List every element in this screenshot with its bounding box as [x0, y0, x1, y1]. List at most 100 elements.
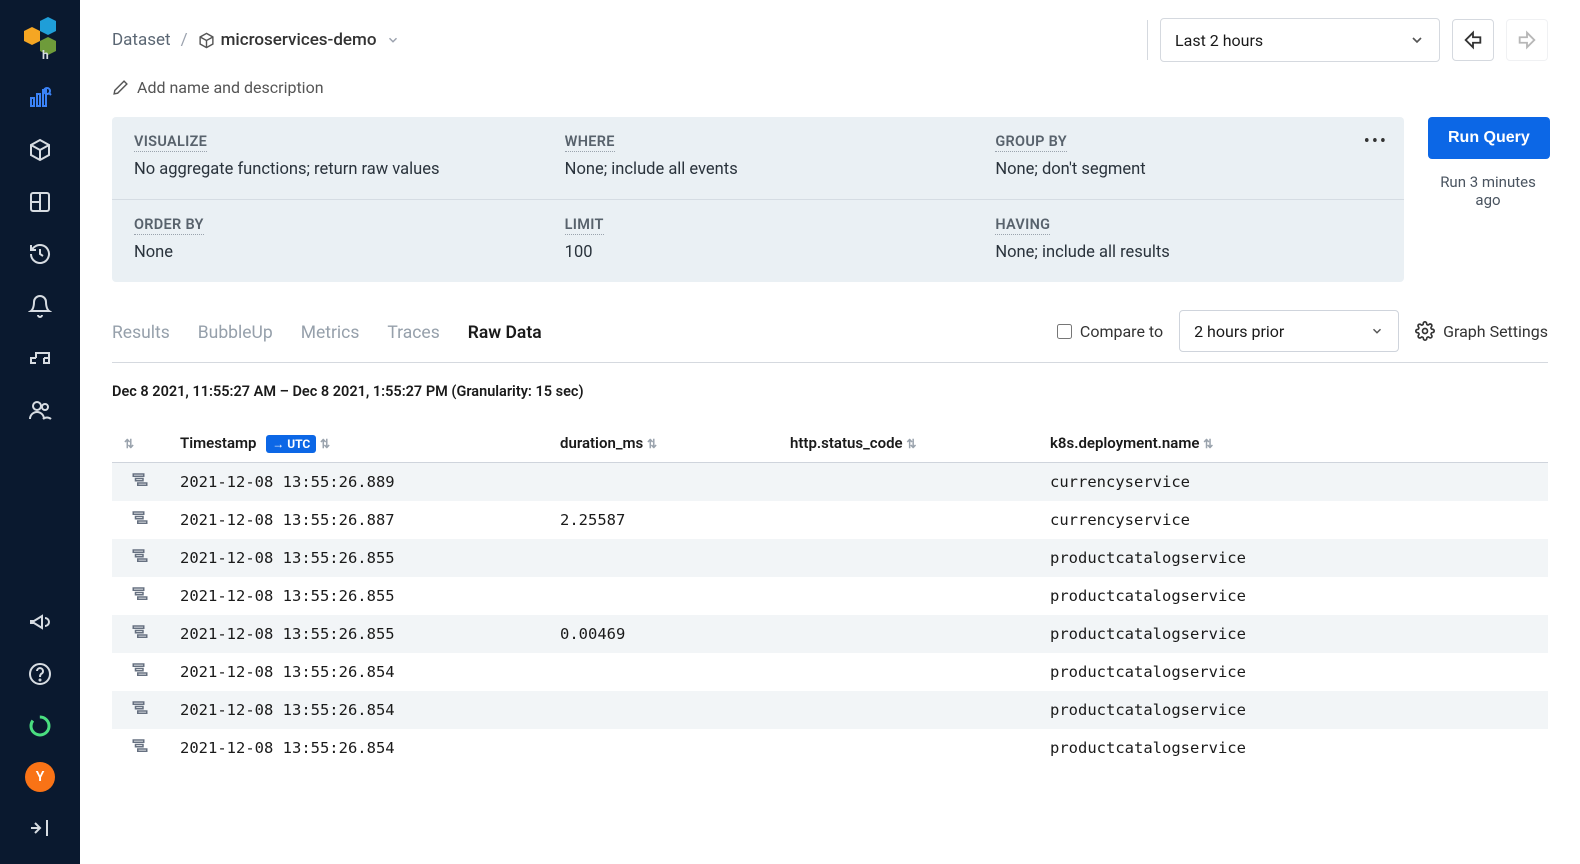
compare-label: Compare to: [1080, 322, 1163, 341]
query-builder: ••• VISUALIZE No aggregate functions; re…: [112, 117, 1404, 282]
cell-duration: [548, 729, 778, 767]
where-cell[interactable]: WHERE None; include all events: [543, 117, 974, 199]
cell-status: [778, 729, 1038, 767]
limit-cell[interactable]: LIMIT 100: [543, 200, 974, 282]
cell-deployment: currencyservice: [1038, 501, 1548, 539]
logo[interactable]: h: [15, 12, 65, 62]
trace-icon[interactable]: [112, 653, 168, 691]
cell-duration: [548, 539, 778, 577]
tab-rawdata[interactable]: Raw Data: [468, 315, 542, 357]
chevron-down-icon[interactable]: [386, 33, 400, 47]
where-value: None; include all events: [565, 160, 952, 179]
trace-icon[interactable]: [112, 577, 168, 615]
nav-datasets-icon[interactable]: [16, 126, 64, 174]
time-back-button[interactable]: [1452, 19, 1494, 61]
sort-icon[interactable]: ⇅: [647, 437, 657, 451]
orderby-label: ORDER BY: [134, 216, 204, 235]
limit-label: LIMIT: [565, 216, 604, 235]
query-menu-button[interactable]: •••: [1364, 131, 1388, 152]
groupby-label: GROUP BY: [995, 133, 1067, 152]
cell-status: [778, 463, 1038, 502]
table-row[interactable]: 2021-12-08 13:55:26.854 productcatalogser…: [112, 653, 1548, 691]
run-query-button[interactable]: Run Query: [1428, 117, 1550, 159]
main-content: Dataset / microservices-demo Last 2 hour…: [80, 0, 1580, 864]
raw-data-table: ⇅ Timestamp → UTC ⇅ duration_ms ⇅ http.s…: [112, 424, 1548, 767]
cell-duration: [548, 653, 778, 691]
trace-icon[interactable]: [112, 729, 168, 767]
compare-toggle[interactable]: Compare to: [1057, 322, 1163, 341]
col-timestamp[interactable]: Timestamp → UTC ⇅: [168, 424, 548, 463]
sort-icon[interactable]: ⇅: [906, 437, 916, 451]
trace-icon[interactable]: [112, 501, 168, 539]
having-cell[interactable]: HAVING None; include all results: [973, 200, 1404, 282]
having-value: None; include all results: [995, 243, 1382, 262]
time-range-label: Dec 8 2021, 11:55:27 AM – Dec 8 2021, 1:…: [112, 383, 1548, 400]
sort-icon[interactable]: ⇅: [1203, 437, 1213, 451]
compare-checkbox[interactable]: [1057, 324, 1072, 339]
gear-icon: [1415, 321, 1435, 341]
nav-help-icon[interactable]: [16, 650, 64, 698]
cell-deployment: productcatalogservice: [1038, 653, 1548, 691]
visualize-value: No aggregate functions; return raw value…: [134, 160, 521, 179]
utc-badge[interactable]: → UTC: [266, 435, 316, 453]
arrow-left-icon: [1462, 29, 1484, 51]
trace-icon[interactable]: [112, 691, 168, 729]
col-timestamp-label: Timestamp: [180, 434, 257, 452]
trace-icon[interactable]: [112, 539, 168, 577]
table-row[interactable]: 2021-12-08 13:55:26.854productcatalogser…: [112, 691, 1548, 729]
breadcrumb-dataset[interactable]: microservices-demo: [198, 30, 377, 50]
cell-timestamp: 2021-12-08 13:55:26.855: [168, 539, 548, 577]
trace-icon[interactable]: [112, 615, 168, 653]
cell-status: [778, 653, 1038, 691]
col-duration[interactable]: duration_ms ⇅: [548, 424, 778, 463]
nav-history-icon[interactable]: [16, 230, 64, 278]
col-deployment[interactable]: k8s.deployment.name ⇅: [1038, 424, 1548, 463]
nav-alerts-icon[interactable]: [16, 282, 64, 330]
nav-team-icon[interactable]: [16, 386, 64, 434]
table-row[interactable]: 2021-12-08 13:55:26.855productcatalogser…: [112, 539, 1548, 577]
breadcrumb-sep: /: [181, 30, 188, 50]
orderby-cell[interactable]: ORDER BY None: [112, 200, 543, 282]
run-meta: Run 3 minutes ago: [1428, 173, 1548, 209]
tab-bubbleup[interactable]: BubbleUp: [198, 315, 273, 357]
add-name-description[interactable]: Add name and description: [112, 78, 1548, 97]
tab-metrics[interactable]: Metrics: [301, 315, 360, 357]
visualize-cell[interactable]: VISUALIZE No aggregate functions; return…: [112, 117, 543, 199]
nav-usage-icon[interactable]: [16, 702, 64, 750]
sort-icon[interactable]: ⇅: [124, 437, 134, 451]
trace-icon[interactable]: [112, 463, 168, 502]
nav-announce-icon[interactable]: [16, 598, 64, 646]
table-row[interactable]: 2021-12-08 13:55:26.889currencyservice: [112, 463, 1548, 502]
cell-deployment: productcatalogservice: [1038, 577, 1548, 615]
col-status[interactable]: http.status_code ⇅: [778, 424, 1038, 463]
nav-collapse-icon[interactable]: [16, 804, 64, 852]
cell-deployment: productcatalogservice: [1038, 691, 1548, 729]
table-row[interactable]: 2021-12-08 13:55:26.854productcatalogser…: [112, 729, 1548, 767]
having-label: HAVING: [995, 216, 1050, 235]
graph-settings-button[interactable]: Graph Settings: [1415, 321, 1548, 341]
time-range-select[interactable]: Last 2 hours: [1160, 18, 1440, 62]
breadcrumb-item-label: microservices-demo: [221, 30, 377, 50]
cell-deployment: currencyservice: [1038, 463, 1548, 502]
groupby-value: None; don't segment: [995, 160, 1382, 179]
compare-select[interactable]: 2 hours prior: [1179, 310, 1399, 352]
table-row[interactable]: 2021-12-08 13:55:26.855productcatalogser…: [112, 577, 1548, 615]
cell-timestamp: 2021-12-08 13:55:26.854: [168, 653, 548, 691]
col-deployment-label: k8s.deployment.name: [1050, 434, 1199, 452]
nav-query-icon[interactable]: [16, 74, 64, 122]
time-range-label: Last 2 hours: [1175, 31, 1263, 50]
groupby-cell[interactable]: GROUP BY None; don't segment: [973, 117, 1404, 199]
breadcrumb: Dataset / microservices-demo: [112, 30, 400, 50]
nav-boards-icon[interactable]: [16, 178, 64, 226]
sort-icon[interactable]: ⇅: [320, 437, 330, 451]
cube-icon: [198, 32, 215, 49]
avatar[interactable]: Y: [25, 762, 55, 792]
breadcrumb-root[interactable]: Dataset: [112, 30, 171, 50]
nav-slo-icon[interactable]: [16, 334, 64, 382]
table-row[interactable]: 2021-12-08 13:55:26.8550.00469productcat…: [112, 615, 1548, 653]
tab-results[interactable]: Results: [112, 315, 170, 357]
chevron-down-icon: [1409, 32, 1425, 48]
table-row[interactable]: 2021-12-08 13:55:26.8872.25587currencyse…: [112, 501, 1548, 539]
tab-traces[interactable]: Traces: [387, 315, 439, 357]
time-forward-button: [1506, 19, 1548, 61]
